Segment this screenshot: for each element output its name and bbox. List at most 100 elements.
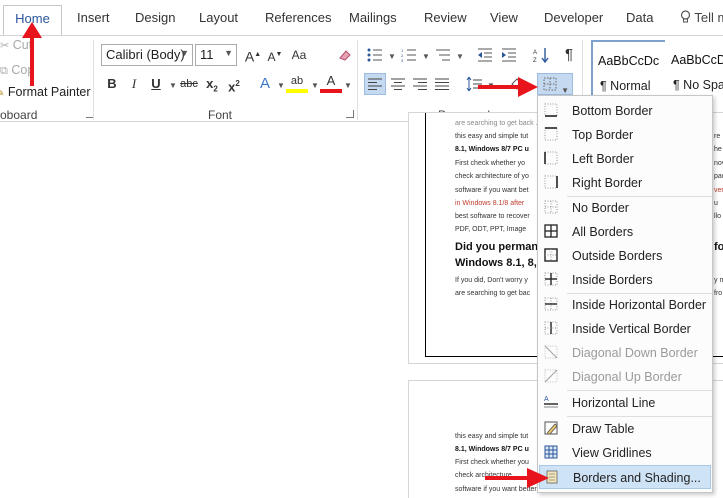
diagonal-up-border-icon <box>544 369 558 383</box>
doc-line: 8.1, Windows 8/7 PC u <box>455 146 529 153</box>
font-size-value: 11 <box>200 47 214 62</box>
numbering-button[interactable]: 123 <box>398 44 420 66</box>
chevron-down-icon[interactable]: ▼ <box>277 81 285 90</box>
font-name-value: Calibri (Body) <box>106 47 185 62</box>
tab-data[interactable]: Data <box>626 10 653 25</box>
justify-icon <box>435 78 449 90</box>
italic-button[interactable]: I <box>123 73 145 95</box>
menu-item-view-gridlines[interactable]: View Gridlines <box>539 441 711 465</box>
doc-line-edge: llo <box>714 213 722 220</box>
tell-me-box[interactable]: Tell m <box>680 10 723 25</box>
menu-item-inside-horizontal-border[interactable]: Inside Horizontal Border <box>539 293 711 317</box>
doc-line-edge: y m <box>714 277 723 284</box>
pilcrow-icon: ¶ <box>564 46 574 63</box>
text-effects-icon: A <box>259 75 270 92</box>
align-right-button[interactable] <box>409 73 431 95</box>
annotation-arrow-right <box>478 77 538 97</box>
decrease-indent-button[interactable] <box>474 44 496 66</box>
grow-font-button[interactable]: A▲ <box>242 44 264 66</box>
tab-references[interactable]: References <box>265 10 331 25</box>
bottom-border-icon <box>544 103 558 117</box>
tab-insert[interactable]: Insert <box>77 10 110 25</box>
menu-item-draw-table[interactable]: Draw Table <box>539 417 711 441</box>
chevron-down-icon[interactable]: ▼ <box>169 81 177 90</box>
tab-view[interactable]: View <box>490 10 518 25</box>
tab-mailings[interactable]: Mailings <box>349 10 397 25</box>
doc-link[interactable]: in Windows 8.1/8 after <box>455 200 524 207</box>
strikethrough-button[interactable]: abc <box>178 73 200 95</box>
menu-item-bottom-border[interactable]: Bottom Border <box>539 99 711 123</box>
menu-item-outside-borders[interactable]: Outside Borders <box>539 244 711 268</box>
bold-icon: B <box>107 76 117 91</box>
font-color-button[interactable]: A <box>320 73 342 93</box>
multilevel-list-button[interactable] <box>432 44 454 66</box>
show-marks-button[interactable]: ¶ <box>558 44 580 66</box>
clear-formatting-button[interactable] <box>334 44 356 66</box>
align-left-button[interactable] <box>364 73 386 95</box>
format-painter-button[interactable]: ✎ Format Painter <box>0 85 91 99</box>
sort-icon: AZ <box>533 48 549 64</box>
style-normal[interactable]: AaBbCcDc ¶ Normal <box>591 40 668 102</box>
bold-button[interactable]: B <box>101 73 123 95</box>
group-divider <box>93 40 94 120</box>
tab-developer[interactable]: Developer <box>544 10 603 25</box>
font-size-dropdown[interactable]: 11 ▼ <box>195 44 237 66</box>
font-launcher-icon[interactable] <box>346 110 354 118</box>
align-center-button[interactable] <box>387 73 409 95</box>
sort-button[interactable]: AZ <box>530 44 552 66</box>
chevron-down-icon[interactable]: ▼ <box>344 81 352 90</box>
decrease-indent-icon <box>478 48 492 62</box>
menu-item-label: Inside Borders <box>572 273 653 287</box>
chevron-down-icon[interactable]: ▼ <box>311 81 319 90</box>
bullets-button[interactable] <box>364 44 386 66</box>
draw-table-icon <box>544 421 558 435</box>
change-case-button[interactable]: Aa <box>288 44 310 66</box>
tab-design[interactable]: Design <box>135 10 175 25</box>
menu-item-right-border[interactable]: Right Border <box>539 171 711 195</box>
doc-line-edge: he <box>714 146 722 153</box>
highlight-button[interactable]: ab <box>286 73 308 93</box>
menu-item-horizontal-line[interactable]: A Horizontal Line <box>539 391 711 415</box>
menu-item-inside-vertical-border[interactable]: Inside Vertical Border <box>539 317 711 341</box>
copy-icon: ⧉ <box>0 65 8 77</box>
grow-font-icon: A <box>244 48 255 65</box>
superscript-button[interactable]: x2 <box>223 73 245 95</box>
menu-item-label: Left Border <box>572 152 634 166</box>
group-divider <box>357 40 358 120</box>
menu-item-inside-borders[interactable]: Inside Borders <box>539 268 711 292</box>
borders-button[interactable]: ▼ <box>537 73 573 95</box>
font-name-dropdown[interactable]: Calibri (Body) ▼ <box>101 44 193 66</box>
style-name: ¶ Normal <box>600 79 651 93</box>
underline-icon: U <box>151 76 161 91</box>
tab-review[interactable]: Review <box>424 10 467 25</box>
style-no-spacing[interactable]: AaBbCcD ¶ No Spac... <box>665 40 723 102</box>
doc-line: are searching to get bac <box>455 290 531 297</box>
chevron-down-icon: ▼ <box>224 48 233 58</box>
menu-item-left-border[interactable]: Left Border <box>539 147 711 171</box>
subscript-button[interactable]: x2 <box>201 73 223 95</box>
chevron-down-icon[interactable]: ▼ <box>456 52 464 61</box>
left-border-icon <box>544 151 558 165</box>
doc-line-edge: nov <box>714 160 723 167</box>
shrink-font-button[interactable]: A▼ <box>264 44 286 66</box>
font-group-label: Font <box>208 108 233 122</box>
menu-item-borders-and-shading[interactable]: Borders and Shading... <box>539 465 711 489</box>
menu-item-all-borders[interactable]: All Borders <box>539 220 711 244</box>
increase-indent-button[interactable] <box>498 44 520 66</box>
menu-item-no-border[interactable]: No Border <box>539 196 711 220</box>
tab-layout[interactable]: Layout <box>199 10 238 25</box>
svg-text:3: 3 <box>401 58 404 62</box>
menu-item-diagonal-up-border: Diagonal Up Border <box>539 365 711 389</box>
chevron-down-icon[interactable]: ▼ <box>422 52 430 61</box>
underline-button[interactable]: U <box>145 73 167 95</box>
menu-item-label: All Borders <box>572 225 634 239</box>
diagonal-down-border-icon <box>544 345 558 359</box>
text-effects-button[interactable]: A <box>254 73 276 95</box>
menu-item-label: Outside Borders <box>572 249 663 263</box>
doc-line: check architecture of yo <box>455 173 529 180</box>
doc-heading: Windows 8.1, 8, <box>455 257 537 269</box>
menu-item-top-border[interactable]: Top Border <box>539 123 711 147</box>
chevron-down-icon[interactable]: ▼ <box>388 52 396 61</box>
justify-button[interactable] <box>431 73 453 95</box>
menu-item-label: Inside Vertical Border <box>572 322 691 336</box>
